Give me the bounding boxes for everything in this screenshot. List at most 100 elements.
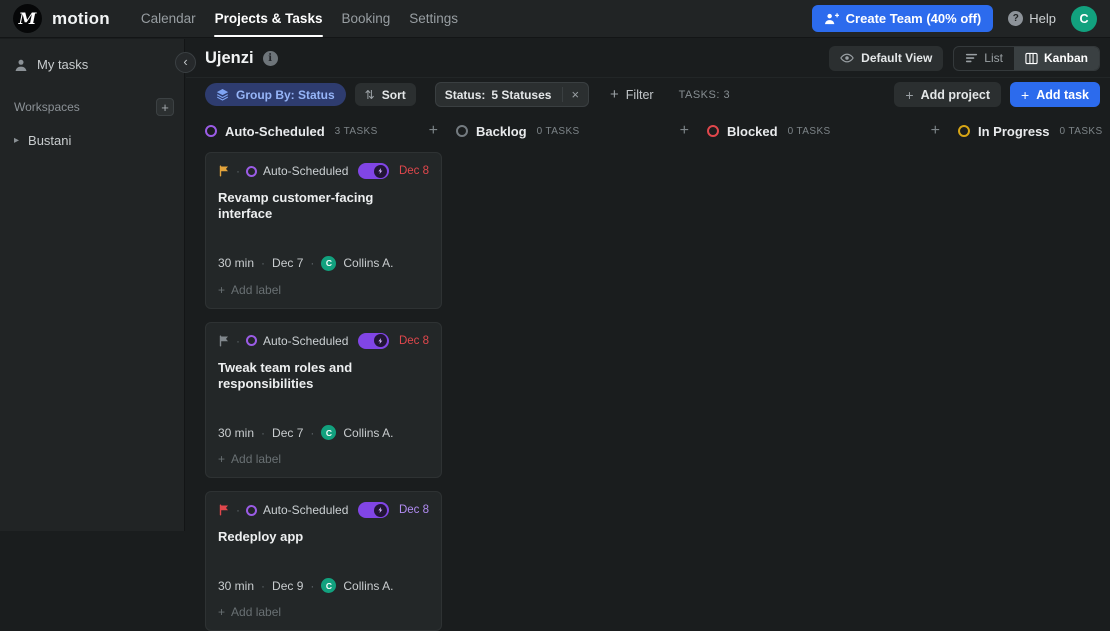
person-icon [14,58,28,72]
info-icon[interactable]: i [262,50,278,66]
create-team-button[interactable]: Create Team (40% off) [811,5,994,32]
plus-icon: + [218,605,226,620]
sidebar-collapse-button[interactable]: ‹ [175,52,196,73]
priority-flag-icon[interactable] [218,165,230,177]
card-status-label[interactable]: Auto-Scheduled [263,503,348,517]
status-ring-icon [958,125,970,137]
task-card[interactable]: · Auto-Scheduled Dec 8 Redeploy app 30 m… [205,491,442,631]
scheduled-date[interactable]: Dec 8 [399,165,429,177]
main-content: ‹ Ujenzi i Default View List Kanban Grou… [175,39,1110,631]
default-view-button[interactable]: Default View [829,45,944,71]
duration: 30 min [218,425,255,440]
sort-arrows-icon: ⇅ [364,87,375,102]
card-status-label[interactable]: Auto-Scheduled [263,334,348,348]
separator-dot: · [261,425,266,440]
scheduled-date[interactable]: Dec 8 [399,504,429,516]
add-task-label: Add task [1036,87,1089,102]
tab-calendar[interactable]: Calendar [140,0,197,37]
task-card[interactable]: · Auto-Scheduled Dec 8 Revamp customer-f… [205,152,442,309]
status-ring-icon[interactable] [246,165,257,177]
column-header: Auto-Scheduled 3 TASKS + [205,117,442,145]
sort-button[interactable]: ⇅ Sort [354,83,416,106]
column-task-count: 0 TASKS [536,125,580,137]
user-avatar[interactable]: C [1071,5,1097,32]
add-task-button[interactable]: + Add task [1010,82,1100,107]
status-ring-icon [707,125,719,137]
remove-status-filter-icon[interactable]: × [562,87,579,102]
separator-dot: · [236,333,240,348]
card-title: Redeploy app [218,529,304,544]
add-label-button[interactable]: + Add label [218,283,429,297]
sidebar-item-my-tasks[interactable]: My tasks [14,57,174,72]
auto-schedule-toggle[interactable] [357,163,389,179]
status-ring-icon[interactable] [246,504,257,516]
card-status-label[interactable]: Auto-Scheduled [263,164,348,178]
add-project-button[interactable]: + Add project [894,82,1002,107]
help-icon: ? [1008,11,1024,26]
add-label-text: Add label [231,605,282,620]
layers-icon [216,88,229,101]
chevron-right-icon[interactable]: ▸ [14,135,19,146]
view-mode-switcher: List Kanban [953,45,1100,71]
plus-icon: + [610,86,619,103]
tab-settings[interactable]: Settings [408,0,459,37]
add-task-to-column-button[interactable]: + [425,123,442,139]
workspaces-section-header: Workspaces + [14,98,174,116]
group-by-button[interactable]: Group By: Status [205,83,346,106]
card-top-row: · Auto-Scheduled Dec 8 [218,163,429,179]
sidebar-item-workspace-bustani[interactable]: ▸ Bustani [14,133,174,148]
motion-logo-icon[interactable]: M [13,4,42,33]
sidebar: My tasks Workspaces + ▸ Bustani [0,39,185,531]
tab-booking[interactable]: Booking [340,0,391,37]
kanban-label: Kanban [1043,51,1088,65]
status-filter-key: Status: [444,87,486,102]
card-meta-row: 30 min · Dec 7 · C Collins A. [218,425,429,440]
status-filter-chip[interactable]: Status: 5 Statuses × [434,82,590,107]
assignee-avatar: C [321,255,337,271]
bolt-icon [373,503,387,517]
add-task-to-column-button[interactable]: + [676,123,693,139]
assignee-avatar: C [321,578,337,594]
auto-schedule-toggle[interactable] [357,502,389,518]
column-name: Blocked [727,123,778,139]
tab-projects-tasks[interactable]: Projects & Tasks [213,0,324,37]
assignee-name: Collins A. [343,256,394,270]
task-card[interactable]: · Auto-Scheduled Dec 8 Tweak team roles … [205,321,442,478]
duration: 30 min [218,256,255,270]
add-label-button[interactable]: + Add label [218,605,429,619]
add-task-to-column-button[interactable]: + [927,123,944,139]
assignee-avatar: C [321,425,337,440]
assignee-name: Collins A. [343,578,394,593]
column-blocked: Blocked 0 TASKS + [707,117,944,152]
add-label-button[interactable]: + Add label [218,452,429,466]
add-filter-button[interactable]: + Filter [610,86,654,103]
separator-dot: · [310,256,315,270]
column-task-count: 0 TASKS [787,125,831,137]
kanban-board: Auto-Scheduled 3 TASKS + · Auto-Schedule… [186,111,1110,631]
priority-flag-icon[interactable] [218,335,230,347]
brand: M motion [0,4,110,33]
filter-label: Filter [625,87,654,102]
due-date: Dec 7 [272,425,304,440]
due-date: Dec 9 [272,578,304,593]
scheduled-date[interactable]: Dec 8 [399,335,429,347]
help-button[interactable]: ? Help [1008,11,1056,26]
column-name: In Progress [978,123,1050,139]
nav-right: Create Team (40% off) ? Help C [811,5,1110,32]
separator-dot: · [236,164,240,178]
card-title: Tweak team roles and responsibilities [218,359,353,391]
auto-schedule-toggle[interactable] [357,332,389,349]
bolt-icon [373,164,387,178]
plus-icon: + [1021,86,1030,103]
status-ring-icon [456,125,468,137]
list-view-button[interactable]: List [954,47,1014,70]
status-ring-icon[interactable] [246,335,257,346]
bolt-icon [373,334,387,347]
board-toolbar: Group By: Status ⇅ Sort Status: 5 Status… [186,78,1110,111]
column-name: Backlog [476,123,527,139]
kanban-view-button[interactable]: Kanban [1013,46,1099,70]
column-task-count: 0 TASKS [1059,125,1103,137]
separator-dot: · [310,425,315,440]
add-workspace-button[interactable]: + [156,98,174,116]
priority-flag-icon[interactable] [218,504,230,516]
